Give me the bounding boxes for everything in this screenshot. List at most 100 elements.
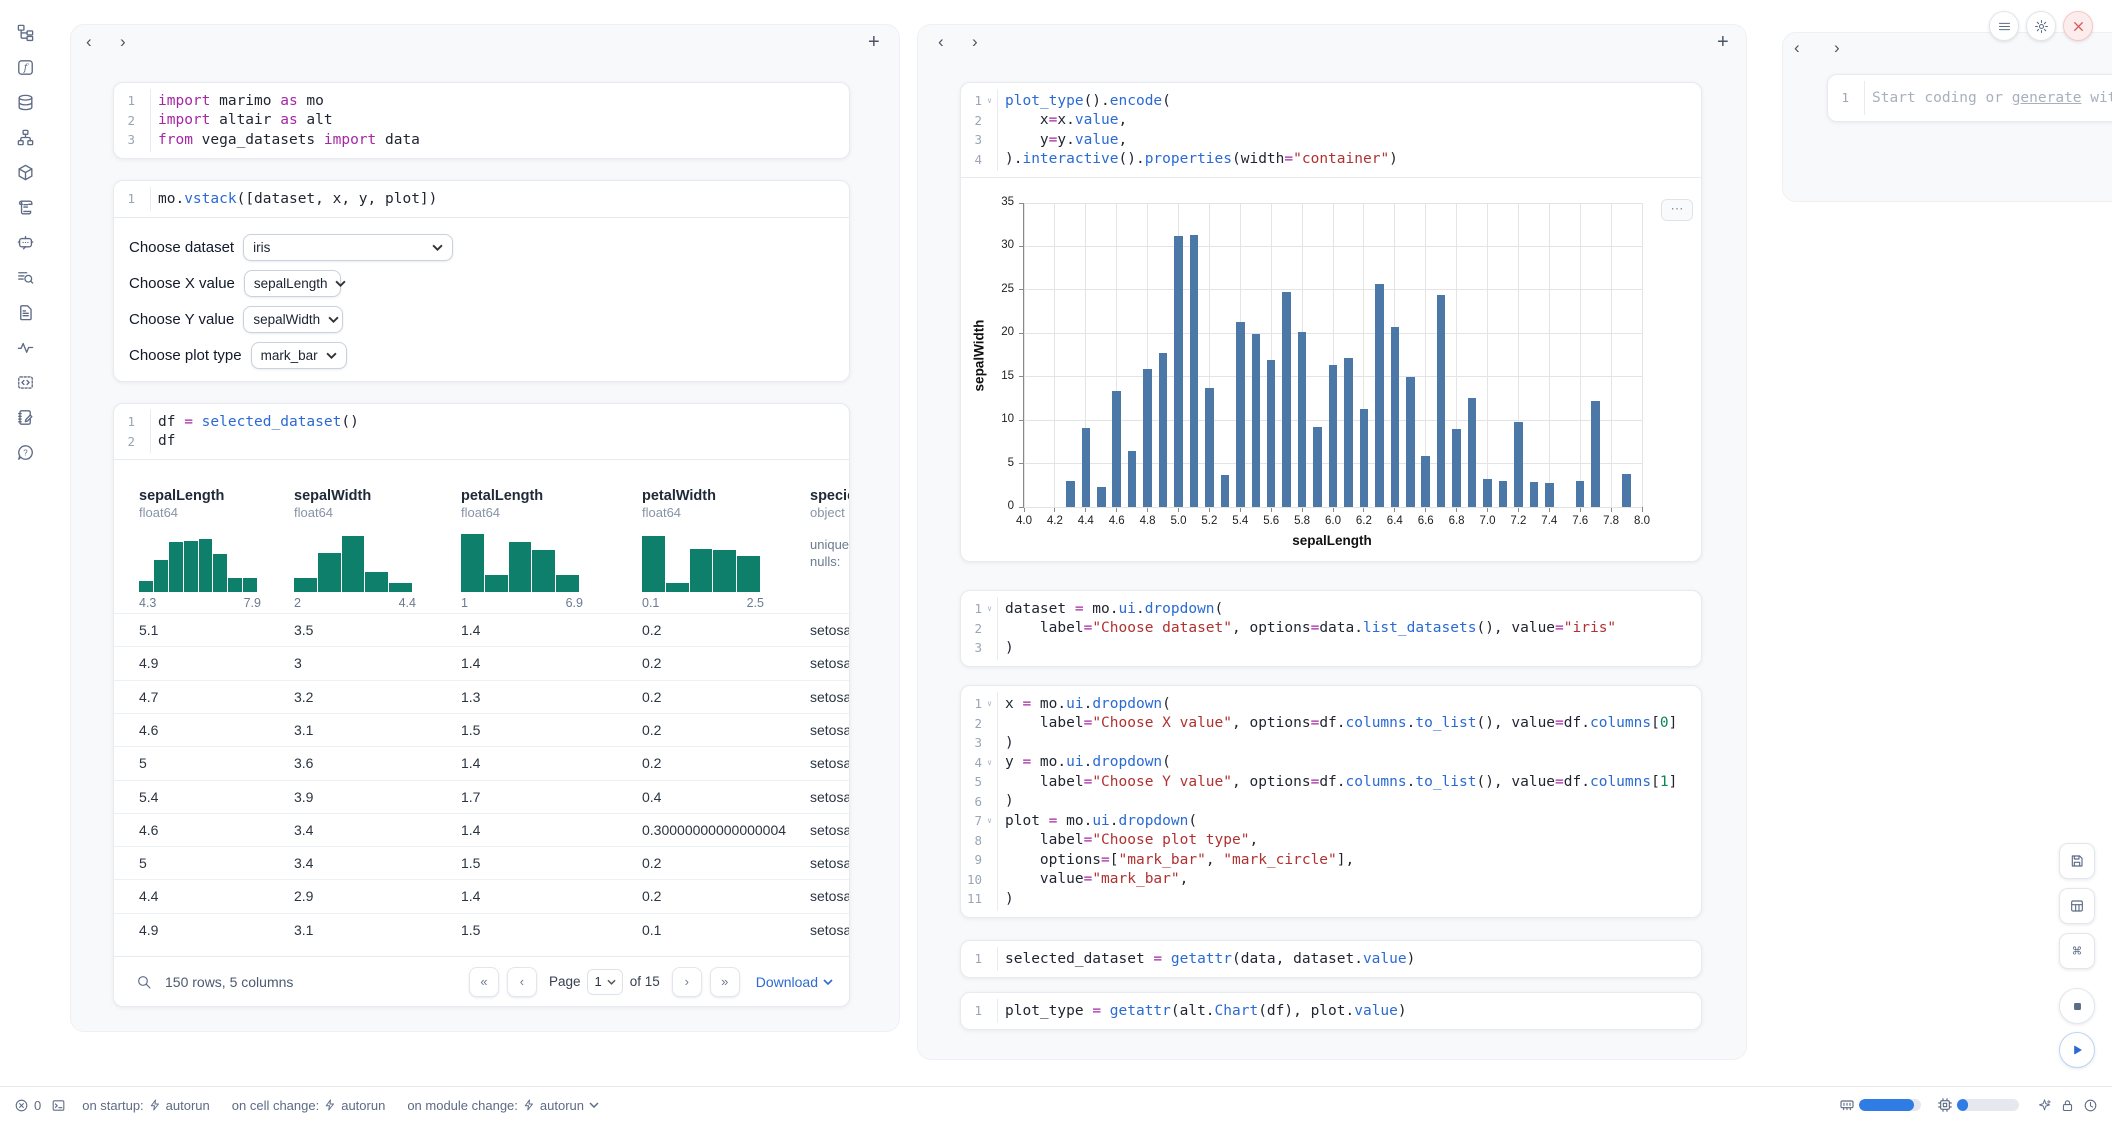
- sidebar-item-notebook-pen[interactable]: [14, 406, 36, 428]
- dropdown-choose-plot-type[interactable]: mark_bar: [251, 342, 347, 369]
- code-editor[interactable]: 1import marimo as mo2import altair as al…: [114, 83, 849, 158]
- table-row[interactable]: 5.13.51.40.2setosa: [114, 613, 850, 647]
- table-column-header[interactable]: sepalLengthfloat644.37.9: [139, 488, 261, 610]
- cell-dataset-dropdown[interactable]: 1∨dataset = mo.ui.dropdown(2 label="Choo…: [960, 590, 1702, 667]
- column2-prev-button[interactable]: ‹: [938, 34, 944, 50]
- shutdown-button[interactable]: [2063, 11, 2093, 41]
- settings-button[interactable]: [2026, 11, 2056, 41]
- code-editor[interactable]: 1∨x = mo.ui.dropdown(2 label="Choose X v…: [961, 686, 1701, 917]
- cell-dataframe[interactable]: 1df = selected_dataset()2df sepalLengthf…: [113, 403, 850, 1007]
- sidebar-item-function-f[interactable]: f: [14, 56, 36, 78]
- table-row[interactable]: 53.61.40.2setosa: [114, 746, 850, 780]
- column1-add-cell-button[interactable]: +: [868, 33, 880, 51]
- fold-arrow-icon[interactable]: ∨: [982, 604, 997, 613]
- table-row[interactable]: 4.63.11.50.2setosa: [114, 713, 850, 747]
- fold-arrow-icon[interactable]: ∨: [982, 816, 997, 825]
- cell-selected-dataset[interactable]: 1selected_dataset = getattr(data, datase…: [960, 940, 1702, 978]
- chart-bar[interactable]: [1221, 475, 1230, 507]
- chart-bar[interactable]: [1530, 482, 1539, 507]
- scratchpad-code-input[interactable]: 1Start coding or generate with AI: [1828, 75, 2112, 121]
- chart-bar[interactable]: [1190, 235, 1199, 507]
- chart-bar[interactable]: [1360, 409, 1369, 507]
- history-button[interactable]: [2083, 1098, 2098, 1113]
- table-column-header[interactable]: petalWidthfloat640.12.5: [642, 488, 764, 610]
- notebook-menu-button[interactable]: [1989, 11, 2019, 41]
- cell-plot[interactable]: 1∨plot_type().encode(2 x=x.value,3 y=y.v…: [960, 82, 1702, 562]
- chart-bar[interactable]: [1499, 481, 1508, 507]
- chart-bar[interactable]: [1282, 292, 1291, 507]
- sidebar-item-script-scroll[interactable]: [14, 196, 36, 218]
- table-row[interactable]: 5.43.91.70.4setosa: [114, 780, 850, 814]
- save-button[interactable]: [2059, 843, 2095, 879]
- sidebar-item-activity-pulse[interactable]: [14, 336, 36, 358]
- search-icon[interactable]: [136, 974, 152, 990]
- chart-bar[interactable]: [1483, 479, 1492, 507]
- code-editor[interactable]: 1plot_type = getattr(alt.Chart(df), plot…: [961, 993, 1701, 1029]
- bar-chart[interactable]: 4.04.24.44.64.85.05.25.45.65.86.06.26.46…: [1023, 203, 1642, 508]
- chart-bar[interactable]: [1252, 334, 1261, 507]
- fold-arrow-icon[interactable]: ∨: [982, 758, 997, 767]
- on-startup-setting[interactable]: on startup: autorun: [82, 1098, 210, 1113]
- fold-arrow-icon[interactable]: ∨: [982, 699, 997, 708]
- cell-imports[interactable]: 1import marimo as mo2import altair as al…: [113, 82, 850, 159]
- code-editor[interactable]: 1df = selected_dataset()2df: [114, 404, 849, 460]
- dropdown-choose-x-value[interactable]: sepalLength: [244, 270, 341, 297]
- page-select[interactable]: 1: [587, 969, 622, 995]
- chart-bar[interactable]: [1174, 236, 1183, 507]
- table-row[interactable]: 4.931.40.2setosa: [114, 646, 850, 680]
- column1-next-button[interactable]: ›: [120, 34, 126, 50]
- chart-bar[interactable]: [1313, 427, 1322, 507]
- chart-bar[interactable]: [1329, 365, 1338, 507]
- chart-bar[interactable]: [1391, 327, 1400, 507]
- table-column-header[interactable]: petalLengthfloat6416.9: [461, 488, 583, 610]
- chart-bar[interactable]: [1097, 487, 1106, 507]
- cell-scratchpad[interactable]: 1Start coding or generate with AI: [1827, 74, 2112, 122]
- last-page-button[interactable]: »: [710, 967, 740, 997]
- sidebar-item-doc-search[interactable]: [14, 266, 36, 288]
- chart-bar[interactable]: [1622, 474, 1631, 507]
- prev-page-button[interactable]: ‹: [507, 967, 537, 997]
- chart-expand-button[interactable]: ⋯: [1661, 199, 1693, 221]
- chart-bar[interactable]: [1437, 295, 1446, 507]
- sidebar-item-hierarchy[interactable]: [14, 126, 36, 148]
- code-editor[interactable]: 1selected_dataset = getattr(data, datase…: [961, 941, 1701, 977]
- fold-arrow-icon[interactable]: ∨: [982, 96, 997, 105]
- chart-bar[interactable]: [1421, 456, 1430, 507]
- table-column-header[interactable]: sepalWidthfloat6424.4: [294, 488, 416, 610]
- error-count-badge[interactable]: 0: [14, 1098, 41, 1113]
- chart-bar[interactable]: [1236, 322, 1245, 507]
- sidebar-item-chat-bot[interactable]: [14, 231, 36, 253]
- cell-plot-type[interactable]: 1plot_type = getattr(alt.Chart(df), plot…: [960, 992, 1702, 1030]
- chart-bar[interactable]: [1591, 401, 1600, 507]
- on-module-change-setting[interactable]: on module change: autorun: [407, 1098, 599, 1113]
- run-all-button[interactable]: [2059, 1032, 2095, 1068]
- chart-bar[interactable]: [1514, 422, 1523, 507]
- code-editor[interactable]: 1mo.vstack([dataset, x, y, plot]): [114, 181, 849, 218]
- chart-bar[interactable]: [1267, 360, 1276, 507]
- table-row[interactable]: 4.73.21.30.2setosa: [114, 680, 850, 714]
- scratchpad-prev-button[interactable]: ‹: [1794, 40, 1800, 56]
- chart-bar[interactable]: [1545, 483, 1554, 507]
- sidebar-item-help-bubble[interactable]: ?: [14, 441, 36, 463]
- chart-bar[interactable]: [1406, 377, 1415, 507]
- on-cell-change-setting[interactable]: on cell change: autorun: [232, 1098, 386, 1113]
- scratchpad-next-button[interactable]: ›: [1834, 40, 1840, 56]
- chart-bar[interactable]: [1066, 481, 1075, 507]
- dropdown-choose-dataset[interactable]: iris: [243, 234, 453, 261]
- chart-bar[interactable]: [1205, 388, 1214, 507]
- sidebar-item-package-cube[interactable]: [14, 161, 36, 183]
- sidebar-item-database[interactable]: [14, 91, 36, 113]
- table-row[interactable]: 4.42.91.40.2setosa: [114, 879, 850, 913]
- chart-bar[interactable]: [1082, 428, 1091, 507]
- cell-vstack[interactable]: 1mo.vstack([dataset, x, y, plot]) Choose…: [113, 180, 850, 382]
- interrupt-button[interactable]: [2059, 988, 2095, 1024]
- column1-prev-button[interactable]: ‹: [86, 34, 92, 50]
- terminal-button[interactable]: [51, 1098, 66, 1113]
- chart-bar[interactable]: [1576, 481, 1585, 507]
- table-row[interactable]: 4.63.41.40.30000000000000004setosa: [114, 813, 850, 847]
- chart-bar[interactable]: [1468, 398, 1477, 507]
- sidebar-item-file-tree[interactable]: [14, 21, 36, 43]
- code-editor[interactable]: 1∨dataset = mo.ui.dropdown(2 label="Choo…: [961, 591, 1701, 666]
- column2-add-cell-button[interactable]: +: [1717, 33, 1729, 51]
- chart-bar[interactable]: [1143, 369, 1152, 507]
